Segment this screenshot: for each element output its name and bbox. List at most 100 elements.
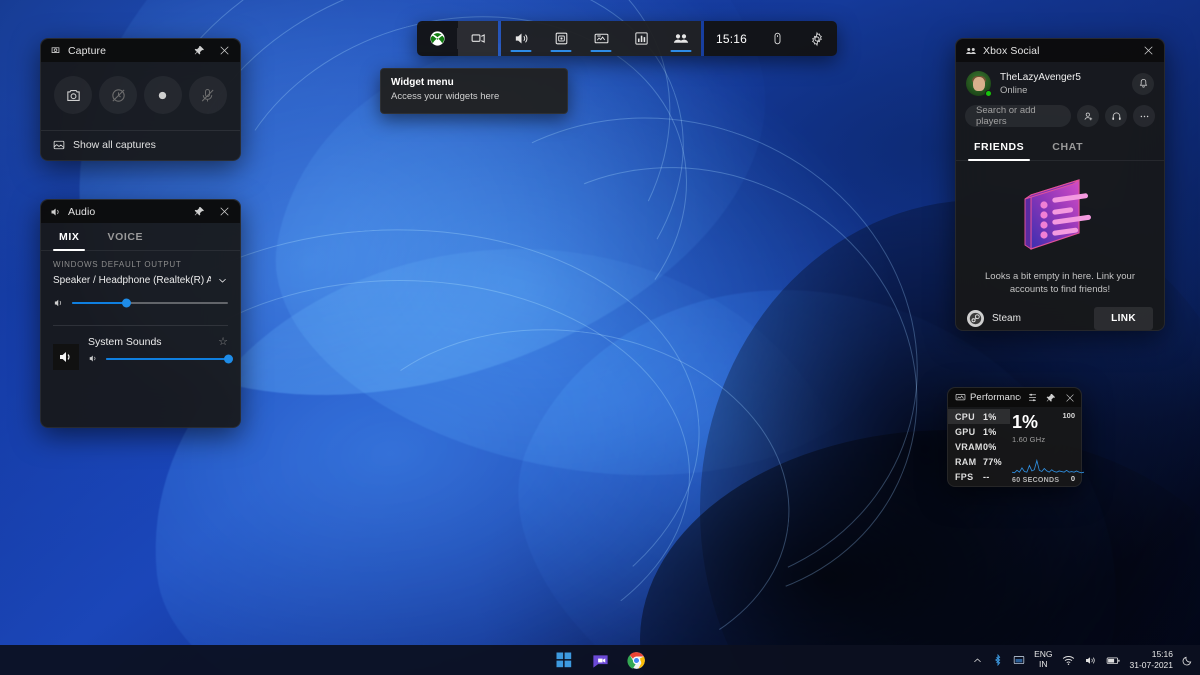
audio-pin-button[interactable]: [190, 202, 209, 221]
app-name-label: System Sounds: [88, 336, 218, 348]
start-button[interactable]: [553, 649, 575, 671]
link-account-button[interactable]: LINK: [1094, 307, 1153, 330]
volume-icon[interactable]: [1084, 654, 1097, 667]
battery-icon[interactable]: [1106, 654, 1121, 667]
more-options-button[interactable]: [1133, 105, 1155, 127]
widget-menu-button[interactable]: [458, 21, 498, 56]
app-volume-row: [88, 348, 228, 369]
capture-widget-header: Capture: [41, 39, 240, 62]
tab-mix[interactable]: MIX: [45, 223, 93, 250]
audio-mix-panel: WINDOWS DEFAULT OUTPUT Speaker / Headpho…: [41, 251, 240, 370]
tab-chat-label: CHAT: [1052, 141, 1083, 153]
party-headset-button[interactable]: [1105, 105, 1127, 127]
performance-pin-button[interactable]: [1043, 390, 1059, 406]
social-widget-header: Xbox Social: [956, 39, 1164, 62]
wifi-icon[interactable]: [1062, 654, 1075, 667]
audio-close-button[interactable]: [215, 202, 234, 221]
audio-divider: [53, 325, 228, 326]
social-user-row: TheLazyAvenger5 Online: [956, 62, 1164, 103]
cpu-clock-speed: 1.60 GHz: [1012, 435, 1075, 444]
metric-gpu[interactable]: GPU 1%: [948, 424, 1010, 439]
metric-vram[interactable]: VRAM 0%: [948, 439, 1010, 454]
gear-icon[interactable]: [797, 21, 837, 56]
metric-ram[interactable]: RAM 77%: [948, 454, 1010, 469]
taskbar-clock[interactable]: 15:16 31-07-2021: [1130, 649, 1173, 670]
chevron-down-icon: [217, 275, 228, 286]
presence-dot: [985, 90, 992, 97]
audio-widget: Audio MIX VOICE WINDOWS DEFAULT OUTPUT S…: [40, 199, 241, 428]
capture-button[interactable]: [541, 21, 581, 56]
show-hidden-icons-chevron-up-icon[interactable]: [972, 655, 983, 666]
presence-label: Online: [1000, 85, 1123, 96]
xbox-logo-icon[interactable]: [417, 21, 457, 56]
taskbar-apps: [553, 649, 647, 671]
resources-button[interactable]: [621, 21, 661, 56]
xbox-social-widget: Xbox Social TheLazyAvenger5 Online Searc…: [955, 38, 1165, 331]
tab-friends[interactable]: FRIENDS: [960, 133, 1038, 160]
xbox-social-button[interactable]: [661, 21, 701, 56]
background-app-icon[interactable]: [1013, 654, 1025, 666]
audio-tabs: MIX VOICE: [41, 223, 240, 251]
do-not-disturb-moon-icon[interactable]: [1182, 654, 1194, 666]
social-close-button[interactable]: [1139, 41, 1158, 60]
tab-voice[interactable]: VOICE: [93, 223, 157, 250]
performance-widget: Performance CPU 1% GPU 1%: [947, 387, 1082, 487]
search-placeholder: Search or add players: [976, 105, 1060, 127]
show-all-captures-button[interactable]: Show all captures: [41, 130, 240, 160]
add-friend-button[interactable]: [1077, 105, 1099, 127]
search-input[interactable]: Search or add players: [965, 105, 1071, 127]
system-sounds-icon: [53, 344, 79, 370]
app-title-row: System Sounds ☆: [88, 335, 228, 348]
performance-close-button[interactable]: [1062, 390, 1078, 406]
speaker-small-icon: [53, 297, 65, 309]
bluetooth-icon[interactable]: [992, 654, 1004, 666]
capture-close-button[interactable]: [215, 41, 234, 60]
notifications-button[interactable]: [1132, 73, 1154, 95]
default-output-label: WINDOWS DEFAULT OUTPUT: [53, 260, 228, 269]
language-line2: IN: [1039, 659, 1048, 669]
performance-widget-icon: [954, 391, 967, 404]
link-button-label: LINK: [1111, 313, 1136, 324]
app-volume-slider[interactable]: [106, 358, 228, 360]
metric-ram-key: RAM: [955, 457, 983, 467]
windows-taskbar: ENG IN 15:16 31-07-2021: [0, 645, 1200, 675]
default-output-select[interactable]: Speaker / Headphone (Realtek(R) Audio): [53, 275, 228, 292]
capture-widget-title: Capture: [68, 45, 184, 57]
record-last-30-button[interactable]: [99, 76, 137, 114]
tab-chat[interactable]: CHAT: [1038, 133, 1097, 160]
language-line1: ENG: [1034, 649, 1052, 659]
system-tray: ENG IN 15:16 31-07-2021: [972, 649, 1194, 670]
tooltip-title: Widget menu: [391, 77, 557, 88]
chart-time-span: 60 SECONDS: [1012, 477, 1059, 484]
performance-button[interactable]: [581, 21, 621, 56]
cpu-sparkline: [1012, 456, 1084, 474]
taskbar-chrome-button[interactable]: [625, 649, 647, 671]
toolbar-clock: 15:16: [704, 21, 757, 56]
metric-vram-key: VRAM: [955, 442, 983, 452]
capture-pin-button[interactable]: [190, 41, 209, 60]
screenshot-button[interactable]: [54, 76, 92, 114]
capture-widget-icon: [49, 44, 62, 57]
audio-widget-title: Audio: [68, 206, 184, 218]
performance-widget-title: Performance: [970, 392, 1021, 403]
tab-voice-label: VOICE: [107, 231, 143, 243]
social-tabs: FRIENDS CHAT: [956, 133, 1164, 161]
steam-icon: [967, 310, 984, 327]
gallery-icon: [53, 139, 65, 151]
start-recording-button[interactable]: [144, 76, 182, 114]
social-link-row: Steam LINK: [956, 297, 1164, 341]
tab-mix-label: MIX: [59, 231, 79, 243]
master-volume-slider[interactable]: [72, 302, 228, 304]
avatar[interactable]: [966, 71, 991, 96]
audio-button[interactable]: [501, 21, 541, 56]
chart-axis-max: 100: [1062, 411, 1075, 420]
favorite-star-icon[interactable]: ☆: [218, 335, 228, 348]
mouse-keyboard-icon[interactable]: [757, 21, 797, 56]
performance-options-button[interactable]: [1024, 390, 1040, 406]
taskbar-chat-button[interactable]: [589, 649, 611, 671]
toggle-mic-button[interactable]: [189, 76, 227, 114]
metric-fps[interactable]: FPS --: [948, 469, 1010, 484]
language-indicator[interactable]: ENG IN: [1034, 650, 1052, 670]
metric-cpu[interactable]: CPU 1%: [948, 409, 1010, 424]
chart-axis-min: 0: [1071, 474, 1075, 483]
